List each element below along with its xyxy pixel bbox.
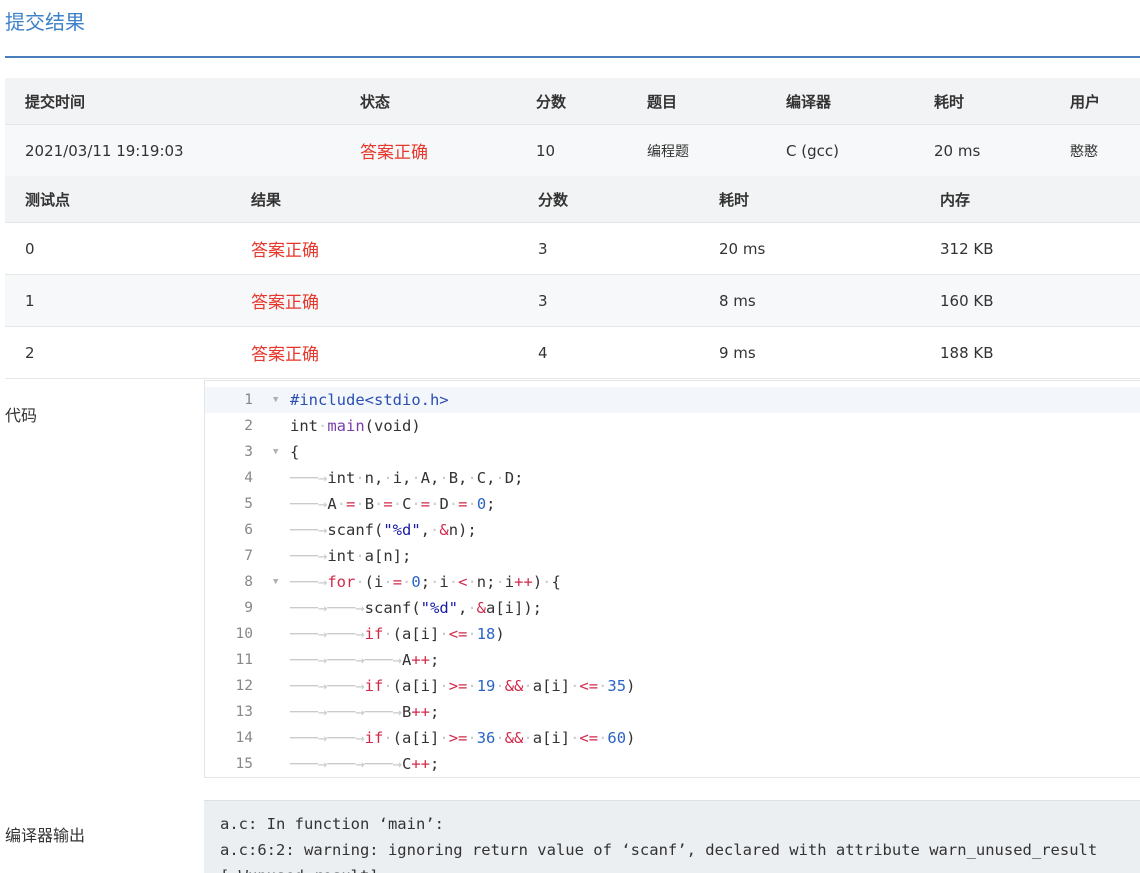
fold-arrow-icon[interactable]: ▼ <box>273 387 278 413</box>
code-text: ───→int·a[n]; <box>290 547 412 565</box>
line-number: 8 <box>244 574 253 590</box>
line-number: 5 <box>244 496 253 512</box>
line-number: 14 <box>235 730 253 746</box>
code-line: 9 ───→───→scanf("%d",·&a[i]); <box>205 595 1140 621</box>
code-text: int·main(void) <box>290 417 421 435</box>
header-user: 用户 <box>1070 92 1101 111</box>
testcase-result: 答案正确 <box>251 293 319 313</box>
testcase-id: 2 <box>25 343 35 362</box>
code-text: #include<stdio.h> <box>290 391 449 409</box>
line-number: 11 <box>235 652 253 668</box>
code-line: 14 ───→───→if·(a[i]·>=·36·&&·a[i]·<=·60) <box>205 725 1140 751</box>
header-score: 分数 <box>536 92 567 111</box>
testcase-score: 3 <box>538 291 548 310</box>
compiler-output-text: a.c: In function ‘main’: a.c:6:2: warnin… <box>220 815 1098 873</box>
submission-table: 提交时间 状态 分数 题目 编译器 耗时 用户 2021/03/11 19:19… <box>5 78 1140 177</box>
header-compiler: 编译器 <box>786 92 832 111</box>
testcase-result: 答案正确 <box>251 345 319 365</box>
compiler-name: C (gcc) <box>786 141 839 160</box>
code-text: ───→for·(i·=·0;·i·<·n;·i++)·{ <box>290 573 561 591</box>
testcase-time: 8 ms <box>719 291 756 310</box>
code-text: ───→───→scanf("%d",·&a[i]); <box>290 599 543 617</box>
code-text: ───→scanf("%d",·&n); <box>290 521 477 539</box>
user-name[interactable]: 憨憨 <box>1070 125 1098 176</box>
testcase-time: 9 ms <box>719 343 756 362</box>
header-memory: 内存 <box>940 190 971 209</box>
code-editor[interactable]: 1 ▼ #include<stdio.h> 2 int·main(void) 3 ▼ {4 ──… <box>204 380 1140 778</box>
line-number: 10 <box>235 626 253 642</box>
page-title: 提交结果 <box>5 10 85 34</box>
code-text: ───→───→if·(a[i]·>=·19·&&·a[i]·<=·35) <box>290 677 636 695</box>
header-duration: 耗时 <box>934 92 965 111</box>
table-row: 2 答案正确 4 9 ms 188 KB <box>5 327 1140 379</box>
line-number: 13 <box>235 704 253 720</box>
line-number: 3 <box>244 444 253 460</box>
line-number: 9 <box>244 600 253 616</box>
problem-link[interactable]: 编程题 <box>647 125 689 176</box>
code-line: 5 ───→A·=·B·=·C·=·D·=·0; <box>205 491 1140 517</box>
testcase-memory: 160 KB <box>940 291 994 310</box>
testcase-result: 答案正确 <box>251 241 319 261</box>
testcase-score: 3 <box>538 239 548 258</box>
header-testcase: 测试点 <box>25 190 71 209</box>
line-number: 4 <box>244 470 253 486</box>
testcase-table: 测试点 结果 分数 耗时 内存 0 答案正确 3 20 ms 312 KB 1 … <box>5 176 1140 379</box>
code-line: 13 ───→───→───→B++; <box>205 699 1140 725</box>
code-line: 4 ───→int·n,·i,·A,·B,·C,·D; <box>205 465 1140 491</box>
header-submit-time: 提交时间 <box>25 92 86 111</box>
testcase-memory: 312 KB <box>940 239 994 258</box>
compiler-output[interactable]: a.c: In function ‘main’: a.c:6:2: warnin… <box>204 800 1140 873</box>
testcase-time: 20 ms <box>719 239 766 258</box>
code-text: { <box>290 443 300 461</box>
submit-duration: 20 ms <box>934 141 981 160</box>
line-number: 12 <box>235 678 253 694</box>
header-tc-time: 耗时 <box>719 190 750 209</box>
line-number: 2 <box>244 418 253 434</box>
code-text: ───→A·=·B·=·C·=·D·=·0; <box>290 495 496 513</box>
status-badge[interactable]: 答案正确 <box>360 125 428 176</box>
code-line: 3 ▼ { <box>205 439 1140 465</box>
code-line: 11 ───→───→───→A++; <box>205 647 1140 673</box>
header-tc-score: 分数 <box>538 190 569 209</box>
code-text: ───→───→───→A++; <box>290 651 440 669</box>
fold-arrow-icon[interactable]: ▼ <box>273 569 278 595</box>
header-result: 结果 <box>251 190 282 209</box>
code-line: 2 int·main(void) <box>205 413 1140 439</box>
header-problem: 题目 <box>647 92 678 111</box>
code-text: ───→───→───→C++; <box>290 755 440 773</box>
code-line: 1 ▼ #include<stdio.h> <box>205 387 1140 413</box>
testcase-score: 4 <box>538 343 548 362</box>
code-text: ───→───→───→B++; <box>290 703 440 721</box>
submission-header-row: 提交时间 状态 分数 题目 编译器 耗时 用户 <box>5 78 1140 125</box>
submit-time: 2021/03/11 19:19:03 <box>25 141 184 160</box>
table-row: 0 答案正确 3 20 ms 312 KB <box>5 223 1140 275</box>
line-number: 15 <box>235 756 253 772</box>
code-label: 代码 <box>5 406 38 425</box>
testcase-id: 0 <box>25 239 35 258</box>
code-text: ───→───→if·(a[i]·>=·36·&&·a[i]·<=·60) <box>290 729 636 747</box>
code-line: 7 ───→int·a[n]; <box>205 543 1140 569</box>
line-number: 6 <box>244 522 253 538</box>
code-line: 10 ───→───→if·(a[i]·<=·18) <box>205 621 1140 647</box>
testcase-memory: 188 KB <box>940 343 994 362</box>
code-line: 12 ───→───→if·(a[i]·>=·19·&&·a[i]·<=·35) <box>205 673 1140 699</box>
header-status: 状态 <box>360 92 391 111</box>
code-line: 8 ▼ ───→for·(i·=·0;·i·<·n;·i++)·{ <box>205 569 1140 595</box>
code-line: 6 ───→scanf("%d",·&n); <box>205 517 1140 543</box>
line-number: 1 <box>244 392 253 408</box>
testcase-id: 1 <box>25 291 35 310</box>
testcase-header-row: 测试点 结果 分数 耗时 内存 <box>5 176 1140 223</box>
compiler-output-label: 编译器输出 <box>5 826 86 845</box>
fold-arrow-icon[interactable]: ▼ <box>273 439 278 465</box>
code-text: ───→int·n,·i,·A,·B,·C,·D; <box>290 469 524 487</box>
table-row: 1 答案正确 3 8 ms 160 KB <box>5 275 1140 327</box>
title-divider <box>5 56 1140 58</box>
line-number: 7 <box>244 548 253 564</box>
code-line: 15 ───→───→───→C++; <box>205 751 1140 777</box>
submission-row: 2021/03/11 19:19:03 答案正确 10 编程题 C (gcc) … <box>5 125 1140 177</box>
submit-score: 10 <box>536 141 556 160</box>
code-text: ───→───→if·(a[i]·<=·18) <box>290 625 505 643</box>
